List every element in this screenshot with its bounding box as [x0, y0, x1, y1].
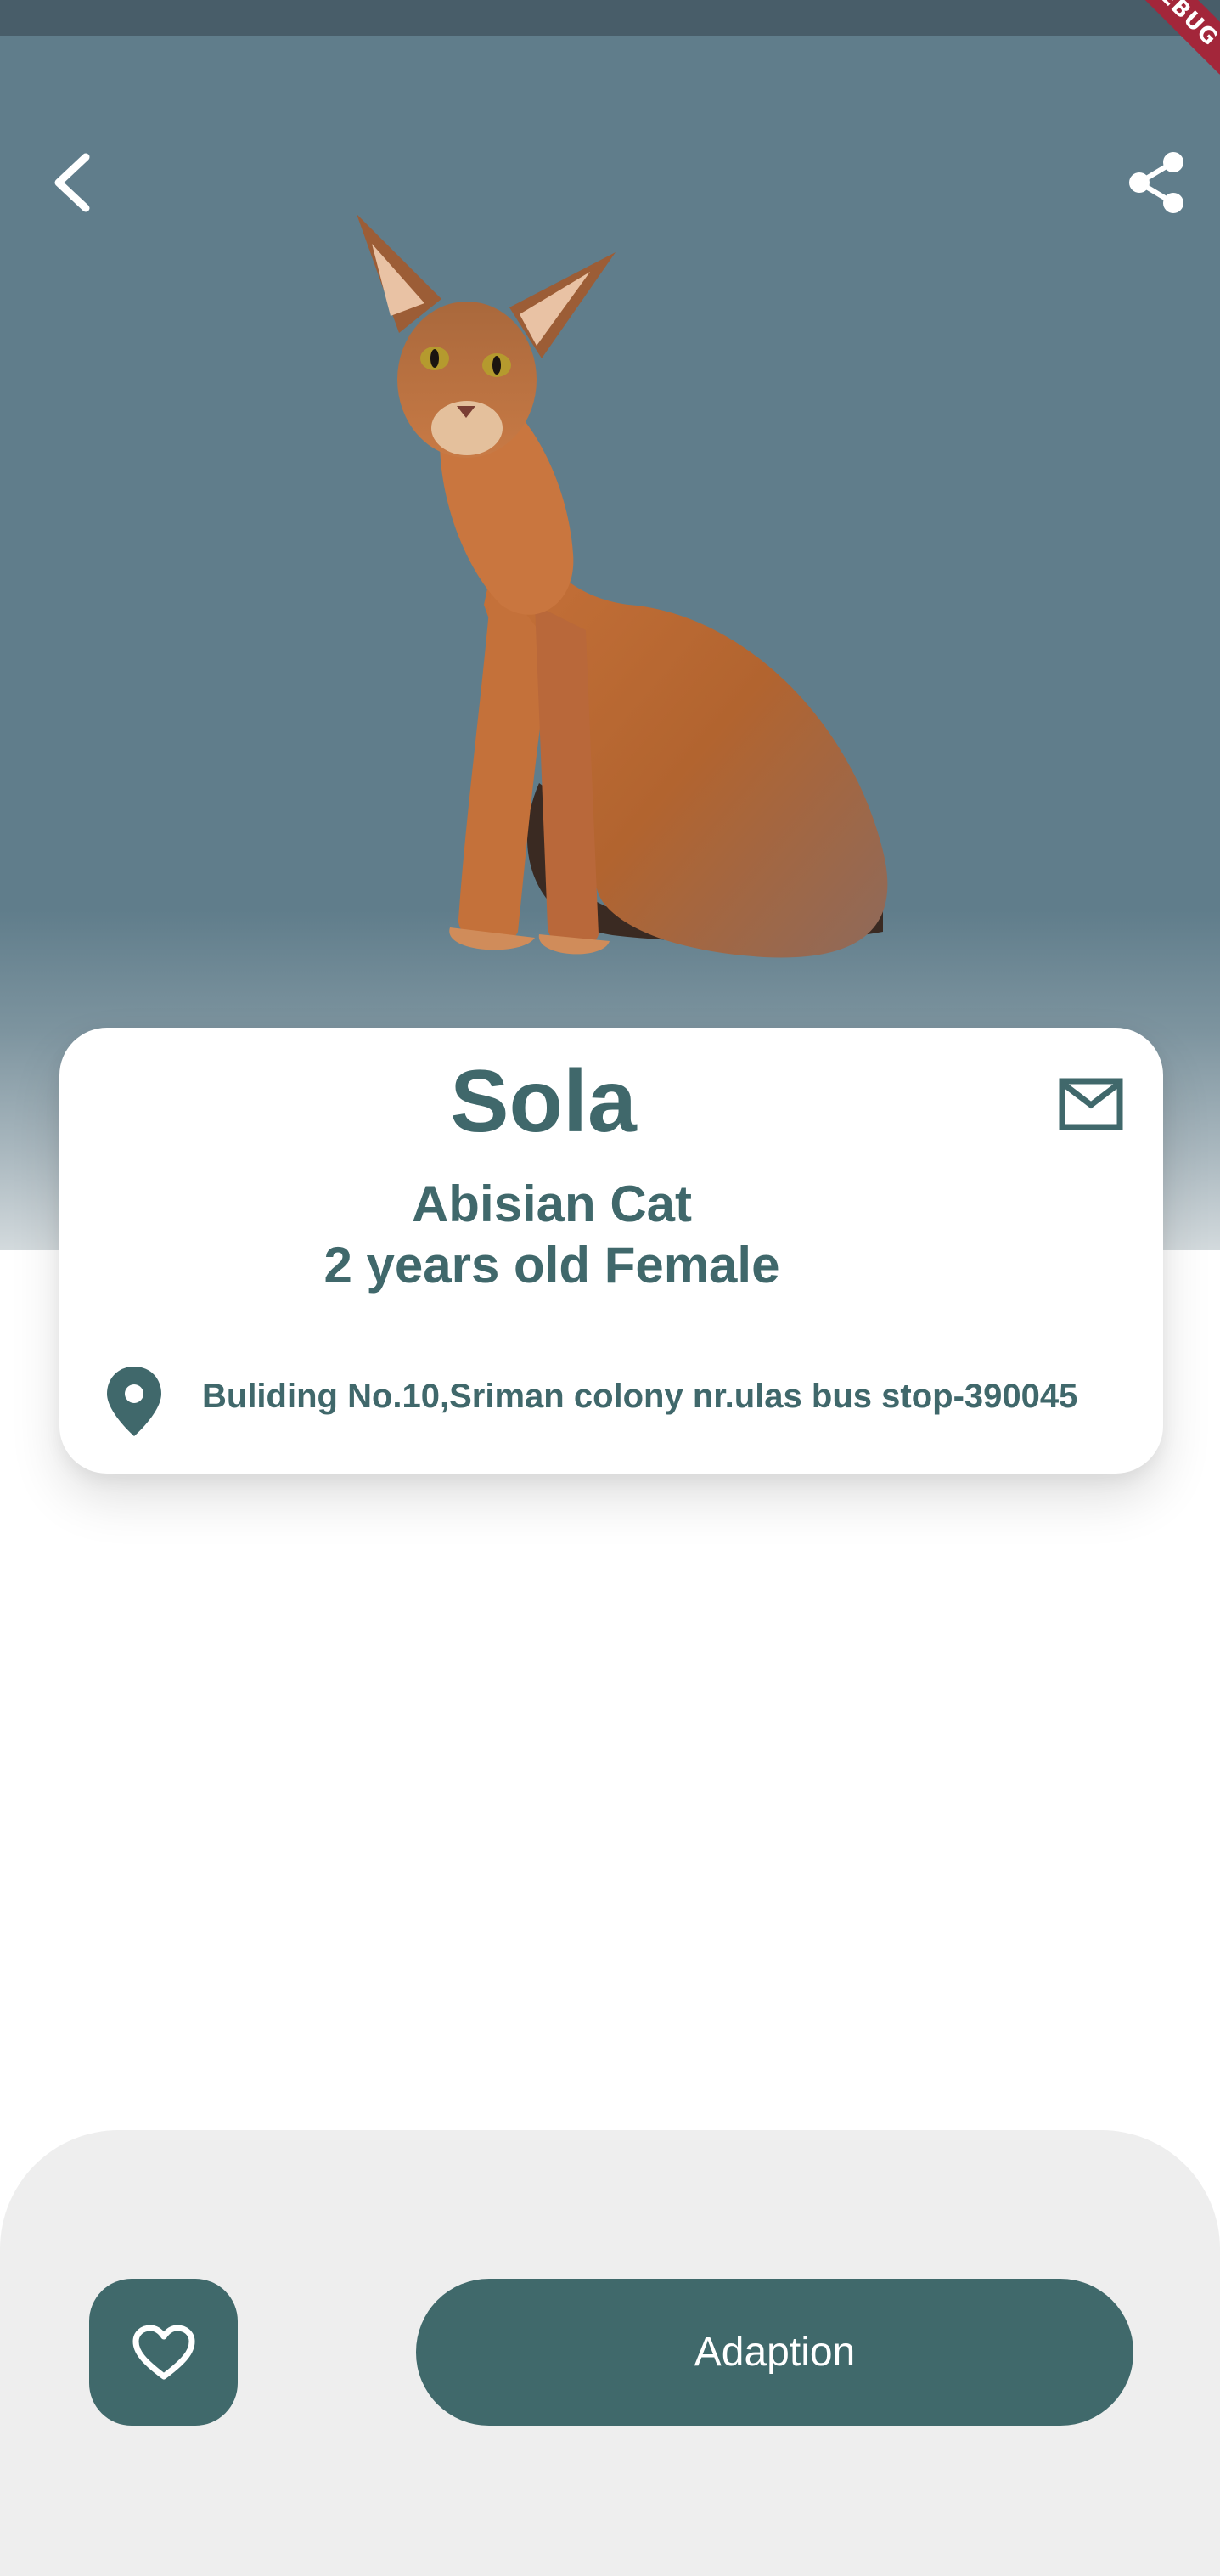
share-icon — [1129, 152, 1183, 213]
mail-icon — [1059, 1078, 1123, 1130]
pet-detail-screen: DEBUG Sola Abisian Cat 2 years old Femal… — [0, 0, 1220, 2576]
pet-photo — [357, 214, 888, 958]
contact-mail-button[interactable] — [1053, 1070, 1129, 1138]
adopt-button[interactable]: Adaption — [416, 2279, 1133, 2426]
favorite-button[interactable] — [89, 2279, 238, 2426]
pet-breed: Abisian Cat — [411, 1175, 693, 1232]
share-button[interactable] — [1118, 144, 1195, 221]
back-button[interactable] — [34, 144, 110, 221]
chevron-left-icon — [54, 153, 90, 212]
pet-info-card: Sola Abisian Cat 2 years old Female Buli… — [59, 1028, 1163, 1474]
pet-age-gender: 2 years old Female — [323, 1237, 780, 1294]
location-pin-icon — [107, 1367, 161, 1436]
status-bar — [0, 0, 1220, 36]
pet-address: Buliding No.10,Sriman colony nr.ulas bus… — [202, 1378, 1078, 1415]
pet-name: Sola — [450, 1052, 637, 1151]
heart-outline-icon — [132, 2325, 194, 2379]
